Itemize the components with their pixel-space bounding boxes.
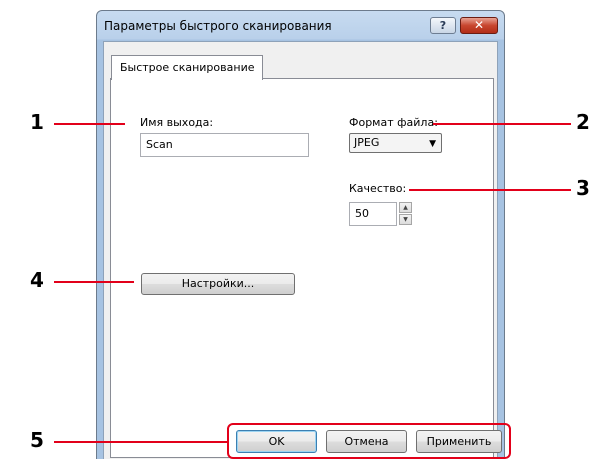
callout-1-line [54, 123, 125, 125]
callout-3: 3 [576, 176, 590, 200]
chevron-down-icon: ▼ [429, 139, 436, 149]
help-button[interactable]: ? [430, 17, 456, 34]
window-title: Параметры быстрого сканирования [104, 19, 332, 33]
callout-2: 2 [576, 110, 590, 134]
dialog-client-area: Быстрое сканирование Имя выхода: Scan Фо… [103, 41, 498, 459]
footer-buttons-highlight [227, 423, 511, 459]
file-format-label: Формат файла: [349, 116, 438, 129]
file-format-value: JPEG [354, 136, 380, 149]
screenshot-canvas: Параметры быстрого сканирования ? ✕ Быст… [0, 0, 596, 459]
quality-input[interactable]: 50 [349, 202, 397, 226]
callout-2-line [433, 123, 571, 125]
file-format-dropdown[interactable]: JPEG ▼ [349, 133, 442, 153]
output-name-input[interactable]: Scan [140, 133, 309, 157]
close-button[interactable]: ✕ [460, 17, 498, 34]
settings-button[interactable]: Настройки... [141, 273, 295, 295]
callout-3-line [409, 189, 571, 191]
callout-1: 1 [30, 110, 44, 134]
quick-scan-dialog: Параметры быстрого сканирования ? ✕ Быст… [96, 10, 505, 459]
callout-5-line [54, 441, 228, 443]
quality-label: Качество: [349, 182, 407, 195]
quality-down-button[interactable]: ▼ [399, 214, 412, 225]
callout-4-line [54, 281, 134, 283]
callout-5: 5 [30, 428, 44, 452]
tab-quick-scan[interactable]: Быстрое сканирование [111, 55, 264, 80]
tab-panel: Имя выхода: Scan Формат файла: JPEG ▼ Ка… [110, 78, 494, 458]
output-name-label: Имя выхода: [140, 116, 214, 129]
quality-up-button[interactable]: ▲ [399, 202, 412, 213]
title-bar[interactable]: Параметры быстрого сканирования ? ✕ [97, 11, 504, 41]
callout-4: 4 [30, 268, 44, 292]
